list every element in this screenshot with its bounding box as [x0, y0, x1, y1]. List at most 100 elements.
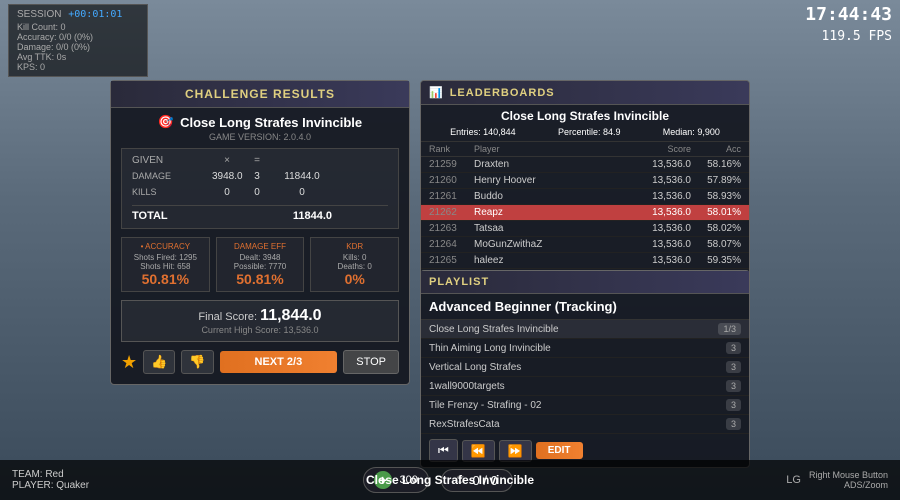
lb-score: 13,536.0 [621, 191, 691, 202]
given-header: GIVEN × = [132, 155, 388, 166]
avg-ttk: Avg TTK: 0s [17, 52, 139, 62]
percentile-label: Percentile: [558, 127, 601, 137]
leaderboard-row[interactable]: 21261 Buddo 13,536.0 58.93% [421, 189, 749, 205]
median-val: 9,900 [697, 127, 720, 137]
total-value: 11844.0 [272, 210, 332, 222]
kills-row: KILLS 0 0 0 [132, 185, 388, 201]
lb-rank: 21265 [429, 255, 474, 266]
kill-count: Kill Count: 0 [17, 22, 139, 32]
kills-kdr: Kills: 0 [317, 253, 392, 262]
dealt: Dealt: 3948 [223, 253, 298, 262]
lb-rank: 21262 [429, 207, 474, 218]
lb-rank: 21260 [429, 175, 474, 186]
kills-total: 0 [272, 185, 332, 201]
pl-next-button[interactable]: ⏩ [499, 440, 532, 462]
lg-label: LG [786, 474, 801, 486]
shots-hit-label: Shots Hit: [140, 262, 175, 271]
kills-label: KILLS [132, 185, 212, 201]
next-button[interactable]: NEXT 2/3 [220, 351, 338, 373]
damage-row: DAMAGE 3948.0 3 11844.0 [132, 169, 388, 185]
leaderboard-row[interactable]: 21260 Henry Hoover 13,536.0 57.89% [421, 173, 749, 189]
kdr-value: 0% [317, 271, 392, 287]
col-acc: Acc [691, 144, 741, 154]
lb-player: Draxten [474, 159, 621, 170]
possible-label: Possible: [234, 262, 266, 271]
total-row: TOTAL 11844.0 [132, 205, 388, 222]
bottom-bar: TEAM: Red PLAYER: Quaker + 300 ⏱ 0 / 0 C… [0, 460, 900, 500]
lb-player: Reapz [474, 207, 621, 218]
lb-acc: 57.89% [691, 175, 741, 186]
pl-item-badge: 1/3 [718, 323, 741, 335]
lb-acc: 58.01% [691, 207, 741, 218]
total-label: TOTAL [132, 210, 212, 222]
accuracy-title: • ACCURACY [128, 242, 203, 251]
stop-button[interactable]: STOP [343, 350, 399, 374]
damage-eff-box: DAMAGE EFF Dealt: 3948 Possible: 7770 50… [216, 237, 305, 292]
playlist-panel: PLAYLIST Advanced Beginner (Tracking) Cl… [420, 270, 750, 468]
lb-score: 13,536.0 [621, 239, 691, 250]
playlist-item[interactable]: Thin Aiming Long Invincible 3 [421, 339, 749, 358]
team-label: TEAM: Red [12, 469, 89, 480]
deaths-val: 0 [367, 262, 371, 271]
playlist-item[interactable]: RexStrafesCata 3 [421, 415, 749, 434]
leaderboard-row[interactable]: 21263 Tatsaa 13,536.0 58.02% [421, 221, 749, 237]
shots-fired-val: 1295 [179, 253, 197, 262]
kills-kdr-val: 0 [362, 253, 366, 262]
kills-given: 0 [212, 185, 242, 201]
playlist-title: Advanced Beginner (Tracking) [421, 294, 749, 320]
current-high: Current High Score: 13,536.0 [128, 325, 392, 335]
given-label: GIVEN [132, 155, 212, 166]
playlist-items: Close Long Strafes Invincible 1/3 Thin A… [421, 320, 749, 434]
bottom-challenge-name: Close Long Strafes Invincible [366, 473, 534, 487]
thumbs-down-button[interactable]: 👎 [181, 350, 213, 374]
star-button[interactable]: ★ [121, 352, 137, 373]
lb-rank: 21259 [429, 159, 474, 170]
multiply-label: × [212, 155, 242, 166]
playlist-item[interactable]: 1wall9000targets 3 [421, 377, 749, 396]
pl-edit-button[interactable]: EDIT [536, 442, 583, 459]
damage-total: 11844.0 [272, 169, 332, 185]
leaderboard-row[interactable]: 21262 Reapz 13,536.0 58.01% [421, 205, 749, 221]
lb-acc: 59.35% [691, 255, 741, 266]
damage-given: 3948.0 [212, 169, 242, 185]
accuracy-box: • ACCURACY Shots Fired: 1295 Shots Hit: … [121, 237, 210, 292]
deaths-kdr: Deaths: 0 [317, 262, 392, 271]
bottom-center: Close Long Strafes Invincible [366, 473, 534, 487]
dealt-label: Dealt: [240, 253, 261, 262]
pl-item-name: Thin Aiming Long Invincible [429, 343, 551, 354]
thumbs-up-button[interactable]: 👍 [143, 350, 175, 374]
playlist-item[interactable]: Tile Frenzy - Strafing - 02 3 [421, 396, 749, 415]
damage-eff-value: 50.81% [223, 271, 298, 287]
median-label: Median: [663, 127, 695, 137]
entries-val: 140,844 [483, 127, 516, 137]
playlist-item[interactable]: Close Long Strafes Invincible 1/3 [421, 320, 749, 339]
kps: KPS: 0 [17, 62, 139, 72]
leaderboard-row[interactable]: 21264 MoGunZwithaZ 13,536.0 58.07% [421, 237, 749, 253]
leaderboard-panel: 📊 LEADERBOARDS Close Long Strafes Invinc… [420, 80, 750, 288]
kdr-box: KDR Kills: 0 Deaths: 0 0% [310, 237, 399, 292]
clock: 17:44:43 [805, 4, 892, 25]
lb-acc: 58.02% [691, 223, 741, 234]
damage-label: DAMAGE [132, 169, 212, 185]
current-high-value: 13,536.0 [284, 325, 319, 335]
damage-mult: 3 [242, 169, 272, 185]
pl-item-badge: 3 [726, 380, 741, 392]
lb-rank: 21264 [429, 239, 474, 250]
kdr-title: KDR [317, 242, 392, 251]
pl-prev-prev-button[interactable]: ⏮ [429, 439, 458, 462]
lb-score: 13,536.0 [621, 175, 691, 186]
playlist-item[interactable]: Vertical Long Strafes 3 [421, 358, 749, 377]
lb-acc: 58.93% [691, 191, 741, 202]
top-right: 17:44:43 119.5 FPS [805, 4, 892, 44]
lb-score: 13,536.0 [621, 207, 691, 218]
session-title: SESSION +00:01:01 [17, 9, 139, 20]
lb-player: Henry Hoover [474, 175, 621, 186]
bottom-right-group: LG Right Mouse ButtonADS/Zoom [786, 470, 888, 490]
session-label: SESSION [17, 9, 61, 20]
pl-prev-button[interactable]: ⏪ [462, 440, 495, 462]
leaderboard-row[interactable]: 21265 haleez 13,536.0 59.35% [421, 253, 749, 269]
lb-score: 13,536.0 [621, 159, 691, 170]
final-score-label: Final Score: [198, 311, 257, 323]
leaderboard-row[interactable]: 21259 Draxten 13,536.0 58.16% [421, 157, 749, 173]
pl-item-badge: 3 [726, 399, 741, 411]
